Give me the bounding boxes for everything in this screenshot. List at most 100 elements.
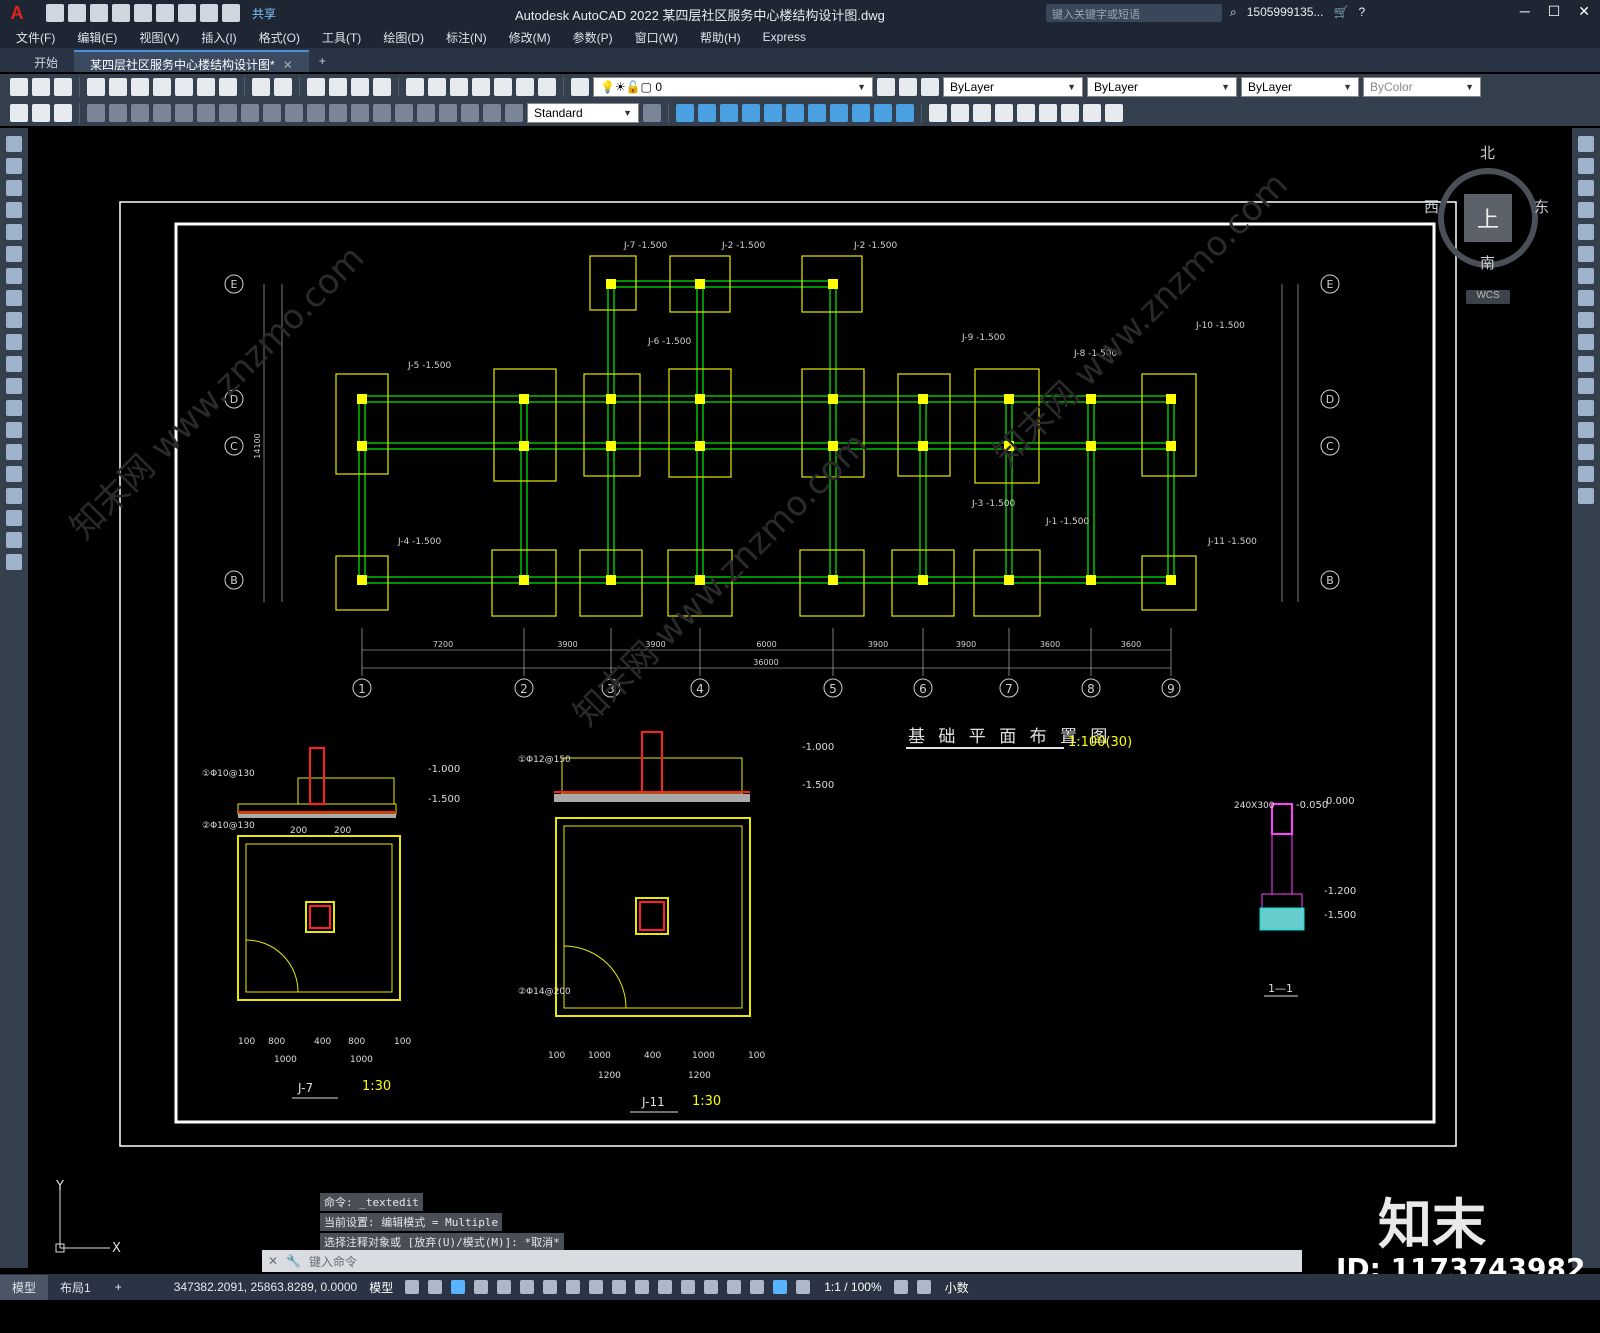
new-icon[interactable] bbox=[10, 78, 28, 96]
ellipse-arc-icon[interactable] bbox=[6, 356, 22, 372]
grid-icon[interactable] bbox=[405, 1280, 420, 1294]
render-3-icon[interactable] bbox=[973, 104, 991, 122]
save-icon[interactable] bbox=[90, 4, 108, 22]
offset-icon[interactable] bbox=[1578, 202, 1594, 218]
cut-icon[interactable] bbox=[153, 78, 171, 96]
annotation-monitor-icon[interactable] bbox=[916, 1280, 931, 1294]
menu-file[interactable]: 文件(F) bbox=[16, 29, 55, 46]
ordinate-icon[interactable] bbox=[153, 104, 171, 122]
gradient-icon[interactable] bbox=[6, 466, 22, 482]
layer-properties-icon[interactable] bbox=[571, 78, 589, 96]
render-9-icon[interactable] bbox=[1105, 104, 1123, 122]
insert-block-icon[interactable] bbox=[6, 378, 22, 394]
selection-cycling-icon[interactable] bbox=[658, 1280, 673, 1294]
annotation-visibility-icon[interactable] bbox=[773, 1280, 788, 1294]
plotstyle-dropdown[interactable]: ByColor ▼ bbox=[1363, 77, 1481, 97]
menu-parametric[interactable]: 参数(P) bbox=[573, 29, 613, 46]
rotate-icon[interactable] bbox=[1578, 268, 1594, 284]
layer-walk-icon[interactable] bbox=[32, 104, 50, 122]
add-layout-button[interactable]: + bbox=[103, 1276, 134, 1298]
render-1-icon[interactable] bbox=[929, 104, 947, 122]
zoom-realtime-icon[interactable] bbox=[329, 78, 347, 96]
view-tool-3-icon[interactable] bbox=[720, 104, 738, 122]
sheet-set-icon[interactable] bbox=[472, 78, 490, 96]
trim-icon[interactable] bbox=[1578, 334, 1594, 350]
hatch-icon[interactable] bbox=[6, 444, 22, 460]
view-tool-9-icon[interactable] bbox=[852, 104, 870, 122]
viewcube-west[interactable]: 西 bbox=[1424, 196, 1439, 217]
dim-text-edit-icon[interactable] bbox=[483, 104, 501, 122]
view-tool-4-icon[interactable] bbox=[742, 104, 760, 122]
lineweight-dropdown[interactable]: ByLayer ▼ bbox=[1241, 77, 1359, 97]
view-tool-6-icon[interactable] bbox=[786, 104, 804, 122]
array-icon[interactable] bbox=[1578, 224, 1594, 240]
share-button[interactable]: 共享 bbox=[252, 5, 276, 22]
gizmo-icon[interactable] bbox=[750, 1280, 765, 1294]
explode-icon[interactable] bbox=[1578, 488, 1594, 504]
command-line[interactable]: ✕ 🔧 键入命令 bbox=[262, 1250, 1302, 1272]
menu-window[interactable]: 窗口(W) bbox=[635, 29, 678, 46]
table-icon[interactable] bbox=[6, 510, 22, 526]
save-as-icon[interactable] bbox=[112, 4, 130, 22]
join-icon[interactable] bbox=[1578, 400, 1594, 416]
layer-tools-icon[interactable] bbox=[10, 104, 28, 122]
undo-icon[interactable] bbox=[252, 78, 270, 96]
open-icon[interactable] bbox=[32, 78, 50, 96]
menu-modify[interactable]: 修改(M) bbox=[509, 29, 551, 46]
annotation-scale[interactable]: 1:1 / 100% bbox=[824, 1280, 881, 1294]
multiline-text-icon[interactable] bbox=[6, 532, 22, 548]
tab-model[interactable]: 模型 bbox=[0, 1274, 49, 1300]
menu-draw[interactable]: 绘图(D) bbox=[383, 29, 424, 46]
aligned-dimension-icon[interactable] bbox=[109, 104, 127, 122]
viewcube-east[interactable]: 东 bbox=[1534, 196, 1549, 217]
transparency-icon[interactable] bbox=[635, 1280, 650, 1294]
linear-dimension-icon[interactable] bbox=[87, 104, 105, 122]
copy-icon[interactable] bbox=[175, 78, 193, 96]
revision-cloud-icon[interactable] bbox=[6, 290, 22, 306]
layer-previous-icon[interactable] bbox=[877, 78, 895, 96]
lineweight-icon[interactable] bbox=[612, 1280, 627, 1294]
tab-drawing[interactable]: 某四层社区服务中心楼结构设计图* ✕ bbox=[74, 50, 309, 72]
search-input[interactable]: 键入关键字或短语 bbox=[1046, 4, 1222, 22]
view-tool-1-icon[interactable] bbox=[676, 104, 694, 122]
view-tool-5-icon[interactable] bbox=[764, 104, 782, 122]
redo-icon[interactable] bbox=[274, 78, 292, 96]
drawing-canvas[interactable]: 1 2 3 4 5 6 7 8 9 E E D D C C B B 7200 3900 3900 6000 3900 390… bbox=[28, 128, 1572, 1268]
menu-edit[interactable]: 编辑(E) bbox=[77, 29, 117, 46]
quick-dimension-icon[interactable] bbox=[263, 104, 281, 122]
blend-icon[interactable] bbox=[1578, 466, 1594, 482]
mirror-icon[interactable] bbox=[1578, 180, 1594, 196]
menu-view[interactable]: 视图(V) bbox=[139, 29, 179, 46]
maximize-button[interactable]: ☐ bbox=[1548, 3, 1561, 20]
help-icon[interactable] bbox=[538, 78, 556, 96]
dim-update-icon[interactable] bbox=[505, 104, 523, 122]
extend-icon[interactable] bbox=[1578, 356, 1594, 372]
close-command-icon[interactable]: ✕ bbox=[268, 1254, 278, 1268]
render-5-icon[interactable] bbox=[1017, 104, 1035, 122]
auto-scale-icon[interactable] bbox=[796, 1280, 811, 1294]
make-block-icon[interactable] bbox=[6, 400, 22, 416]
help-icon[interactable]: ? bbox=[1358, 5, 1365, 20]
menu-dimension[interactable]: 标注(N) bbox=[446, 29, 487, 46]
linetype-dropdown[interactable]: ByLayer ▼ bbox=[1087, 77, 1237, 97]
dynamic-input-icon[interactable] bbox=[474, 1280, 489, 1294]
isodraft-icon[interactable] bbox=[543, 1280, 558, 1294]
save-icon[interactable] bbox=[54, 78, 72, 96]
infer-constraints-icon[interactable] bbox=[451, 1280, 466, 1294]
jogged-linear-icon[interactable] bbox=[439, 104, 457, 122]
markup-icon[interactable] bbox=[494, 78, 512, 96]
render-8-icon[interactable] bbox=[1083, 104, 1101, 122]
ortho-icon[interactable] bbox=[497, 1280, 512, 1294]
close-button[interactable]: ✕ bbox=[1578, 3, 1590, 20]
menu-insert[interactable]: 插入(I) bbox=[201, 29, 236, 46]
layer-dropdown[interactable]: 💡☀🔓▢ 0 ▼ bbox=[593, 77, 873, 97]
view-tool-11-icon[interactable] bbox=[896, 104, 914, 122]
workspace-gear-icon[interactable] bbox=[893, 1280, 908, 1294]
design-center-icon[interactable] bbox=[428, 78, 446, 96]
menu-format[interactable]: 格式(O) bbox=[259, 29, 300, 46]
spline-icon[interactable] bbox=[6, 312, 22, 328]
viewcube-south[interactable]: 南 bbox=[1480, 252, 1495, 273]
radius-icon[interactable] bbox=[175, 104, 193, 122]
view-tool-8-icon[interactable] bbox=[830, 104, 848, 122]
redo-icon[interactable] bbox=[222, 4, 240, 22]
